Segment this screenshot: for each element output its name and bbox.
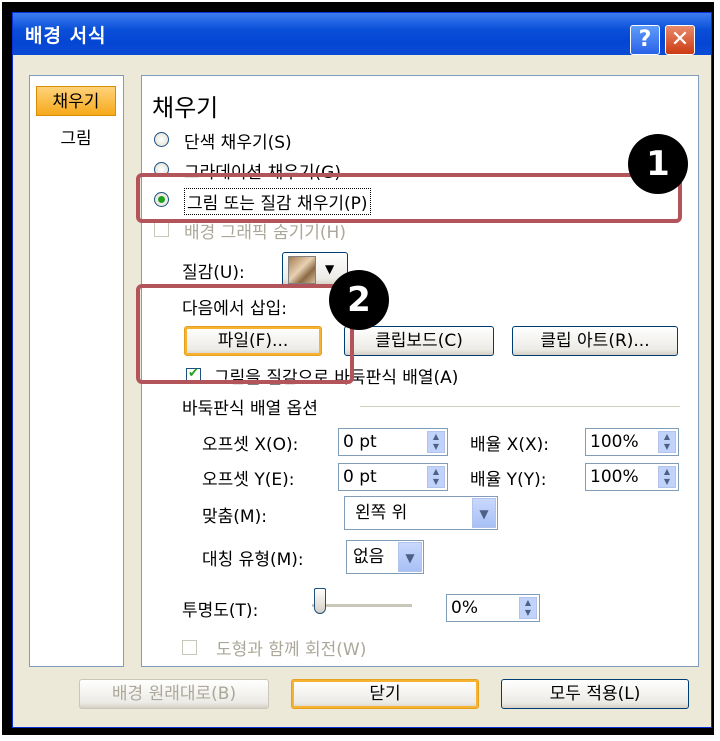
annotation-badge-2: 2 — [329, 270, 389, 330]
scale-x-value: 100% — [590, 432, 639, 452]
mirror-type-label: 대칭 유형(M): — [202, 550, 304, 570]
title-bar[interactable]: 배경 서식 ? ✕ — [13, 13, 711, 55]
panel-heading: 채우기 — [152, 94, 219, 122]
transparency-slider-thumb[interactable] — [314, 588, 326, 614]
chevron-down-icon: ▼ — [325, 262, 335, 276]
spinner-icon[interactable]: ▲ ▼ — [427, 466, 445, 488]
offset-x-input[interactable]: 0 pt ▲ ▼ — [338, 428, 448, 456]
mirror-type-select[interactable]: 없음 ▼ — [346, 540, 424, 574]
annotation-highlight-1 — [136, 173, 682, 223]
screenshot-frame: 배경 서식 ? ✕ 채우기 그림 채우기 단색 채우기(S) 그라데이션 채우기… — [2, 2, 714, 735]
mirror-type-value: 없음 — [353, 547, 385, 567]
alignment-value: 왼쪽 위 — [355, 503, 408, 523]
transparency-value: 0% — [451, 598, 478, 618]
tiling-options-label: 바둑판식 배열 옵션 — [182, 399, 318, 419]
category-fill[interactable]: 채우기 — [36, 86, 116, 116]
apply-to-all-button[interactable]: 모두 적용(L) — [501, 679, 689, 709]
transparency-slider-track[interactable] — [312, 604, 412, 608]
offset-x-value: 0 pt — [343, 432, 377, 452]
chevron-down-icon[interactable]: ▼ — [398, 542, 422, 572]
texture-label: 질감(U): — [182, 263, 245, 283]
hide-background-graphics-checkbox[interactable] — [154, 222, 169, 237]
offset-y-input[interactable]: 0 pt ▲ ▼ — [338, 463, 448, 491]
scale-y-label: 배율 Y(Y): — [470, 470, 547, 490]
spinner-icon[interactable]: ▲ ▼ — [658, 431, 676, 453]
transparency-label: 투명도(T): — [182, 601, 259, 621]
rotate-with-shape-label: 도형과 함께 회전(W) — [216, 640, 367, 660]
annotation-highlight-2 — [136, 284, 354, 384]
close-window-button[interactable]: ✕ — [665, 25, 695, 55]
help-button[interactable]: ? — [630, 25, 660, 55]
clipboard-button[interactable]: 클립보드(C) — [344, 326, 494, 356]
spinner-icon[interactable]: ▲ ▼ — [658, 466, 676, 488]
transparency-input[interactable]: 0% ▲ ▼ — [446, 594, 540, 622]
rotate-with-shape-checkbox[interactable] — [182, 640, 197, 655]
section-divider — [360, 406, 680, 407]
texture-swatch — [288, 256, 316, 284]
category-picture[interactable]: 그림 — [36, 124, 116, 154]
format-background-dialog: 배경 서식 ? ✕ 채우기 그림 채우기 단색 채우기(S) 그라데이션 채우기… — [12, 12, 712, 728]
scale-x-label: 배율 X(X): — [470, 435, 549, 455]
category-list: 채우기 그림 — [29, 75, 124, 667]
solid-fill-radio[interactable] — [154, 132, 169, 147]
scale-x-input[interactable]: 100% ▲ ▼ — [585, 428, 679, 456]
offset-y-value: 0 pt — [343, 467, 377, 487]
alignment-label: 맞춤(M): — [202, 507, 267, 527]
solid-fill-label: 단색 채우기(S) — [184, 133, 292, 153]
close-button[interactable]: 닫기 — [291, 679, 479, 709]
scale-y-input[interactable]: 100% ▲ ▼ — [585, 463, 679, 491]
offset-x-label: 오프셋 X(O): — [202, 435, 299, 455]
annotation-badge-1: 1 — [628, 134, 688, 194]
scale-y-value: 100% — [590, 467, 639, 487]
clip-art-button[interactable]: 클립 아트(R)... — [512, 326, 678, 356]
alignment-select[interactable]: 왼쪽 위 ▼ — [344, 496, 498, 530]
spinner-icon[interactable]: ▲ ▼ — [519, 597, 537, 619]
offset-y-label: 오프셋 Y(E): — [202, 470, 295, 490]
window-title: 배경 서식 — [25, 25, 107, 47]
reset-background-button[interactable]: 배경 원래대로(B) — [79, 679, 269, 709]
chevron-down-icon[interactable]: ▼ — [472, 498, 496, 528]
spinner-icon[interactable]: ▲ ▼ — [427, 431, 445, 453]
